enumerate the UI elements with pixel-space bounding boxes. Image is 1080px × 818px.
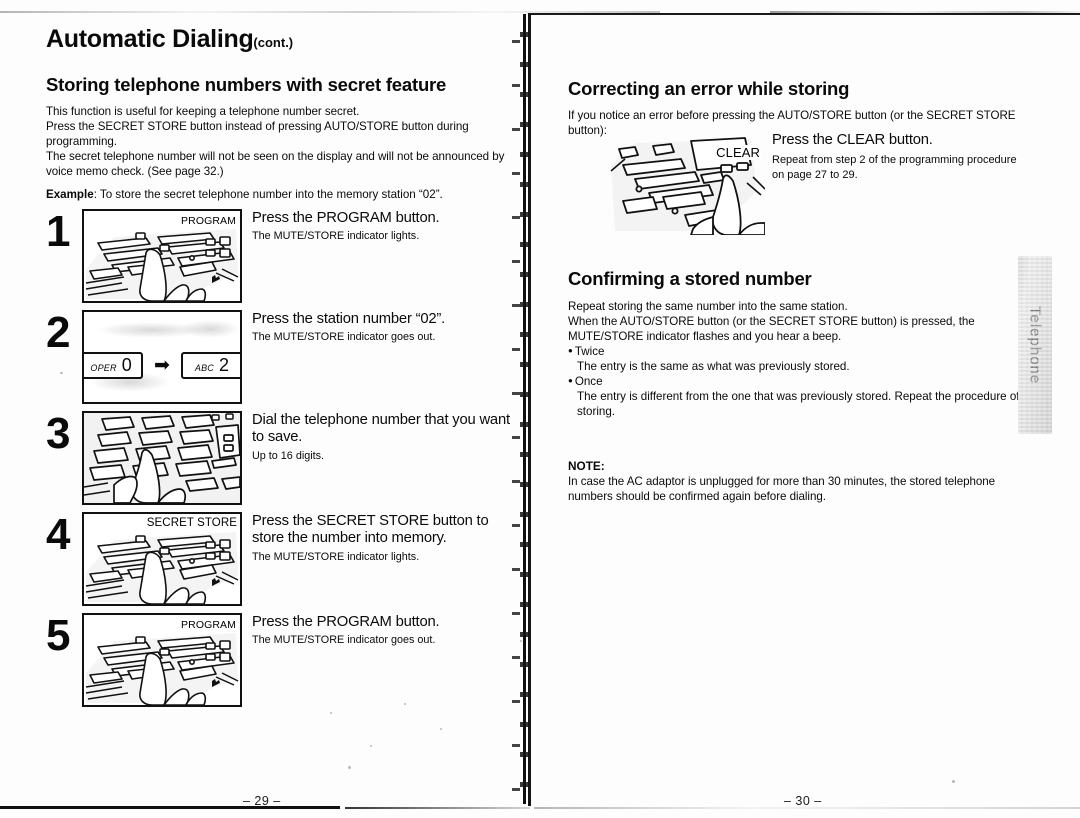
step-figure-phone-console: PROGRAM bbox=[82, 613, 242, 708]
keycap-letters: OPER bbox=[90, 363, 117, 374]
step-heading: Press the station number “02”. bbox=[252, 311, 446, 328]
gutter-tick-marks bbox=[512, 18, 520, 800]
bullet-heading: Once bbox=[568, 375, 603, 388]
step-number: 3 bbox=[46, 409, 70, 459]
step-figure-dial-keypad bbox=[82, 411, 242, 506]
clear-heading: Press the CLEAR button. bbox=[772, 132, 933, 148]
bullet-body: The entry is different from the one that… bbox=[577, 390, 1020, 419]
scan-speck bbox=[60, 372, 63, 374]
confirming-paragraph-2: When the AUTO/STORE button (or the SECRE… bbox=[568, 314, 975, 343]
page-title-main: Automatic Dialing bbox=[46, 25, 254, 53]
step-subtext: The MUTE/STORE indicator goes out. bbox=[252, 331, 436, 344]
bullet-item: Once The entry is different from the one… bbox=[568, 374, 1020, 419]
keycap-abc-two: ABC 2 bbox=[180, 352, 240, 380]
bottom-rule-right bbox=[534, 807, 1080, 809]
intro-paragraph-1: This function is useful for keeping a te… bbox=[46, 104, 360, 118]
intro-paragraph-2: Press the SECRET STORE button instead of… bbox=[46, 119, 469, 148]
step-subtext: The MUTE/STORE indicator lights. bbox=[252, 230, 420, 243]
step-item: 4 SECRET STORE Press the SECRET STORE bu… bbox=[46, 510, 514, 607]
scan-speck bbox=[520, 640, 522, 642]
step-heading: Press the SECRET STORE button to store t… bbox=[252, 513, 489, 547]
bottom-rule-left bbox=[0, 806, 340, 809]
left-page: Automatic Dialing(cont.) Storing telepho… bbox=[46, 25, 514, 714]
step-figure-phone-console: PROGRAM bbox=[82, 209, 242, 304]
intro-paragraph-3: The secret telephone number will not be … bbox=[46, 149, 505, 179]
right-page-left-edge bbox=[528, 14, 531, 806]
step-heading: Dial the telephone number that you want … bbox=[252, 412, 510, 446]
section-heading-correcting: Correcting an error while storing bbox=[568, 78, 850, 99]
step-text: Press the station number “02”. The MUTE/… bbox=[252, 310, 514, 345]
step-text: Dial the telephone number that you want … bbox=[252, 411, 514, 463]
step-subtext: The MUTE/STORE indicator goes out. bbox=[252, 634, 436, 647]
confirming-paragraph-1: Repeat storing the same number into the … bbox=[568, 299, 848, 313]
confirming-bullet-list: Twice The entry is the same as what was … bbox=[568, 344, 1020, 419]
step-subtext: Up to 16 digits. bbox=[252, 449, 325, 462]
step-text: Press the PROGRAM button. The MUTE/STORE… bbox=[252, 613, 514, 648]
step-heading: Press the PROGRAM button. bbox=[252, 614, 440, 631]
bullet-heading: Twice bbox=[568, 345, 604, 358]
example-line: Example: To store the secret telephone n… bbox=[46, 187, 514, 202]
page-number-right: – 30 – bbox=[784, 794, 822, 808]
figure-label-clear: CLEAR bbox=[715, 145, 761, 160]
keycap-digit: 0 bbox=[121, 355, 132, 376]
clear-button-figure: CLEAR bbox=[605, 135, 765, 235]
steps-list: 1 PROGRAM Press the PROGRAM button. The … bbox=[46, 207, 514, 708]
page-title-continued: (cont.) bbox=[253, 35, 294, 50]
note-text: In case the AC adaptor is unplugged for … bbox=[568, 475, 996, 504]
step-item: 3 Dial the telephone number that you wan… bbox=[46, 409, 514, 506]
section-heading-confirming: Confirming a stored number bbox=[568, 268, 812, 290]
step-number: 2 bbox=[46, 308, 70, 358]
keycap-digit: 2 bbox=[219, 355, 230, 376]
scan-speck bbox=[404, 703, 406, 705]
scan-speck bbox=[370, 745, 372, 747]
note-title: NOTE: bbox=[568, 459, 605, 474]
clear-instruction-text: Press the CLEAR button. Repeat from step… bbox=[772, 132, 1020, 182]
step-text: Press the SECRET STORE button to store t… bbox=[252, 512, 514, 564]
bullet-item: Twice The entry is the same as what was … bbox=[568, 344, 1020, 374]
page-title: Automatic Dialing(cont.) bbox=[46, 25, 514, 54]
step-number: 5 bbox=[46, 611, 70, 661]
bullet-body: The entry is the same as what was previo… bbox=[577, 359, 850, 373]
step-item: 5 PROGRAM Press the PROGRAM button. The … bbox=[46, 611, 514, 708]
arrow-right-icon: ➡ bbox=[154, 355, 170, 377]
bottom-rule-left-faded bbox=[345, 807, 530, 809]
example-label: Example bbox=[46, 188, 94, 202]
figure-label-secret-store: SECRET STORE bbox=[145, 517, 238, 530]
step-number: 4 bbox=[46, 510, 70, 560]
example-text: : To store the secret telephone number i… bbox=[93, 188, 443, 202]
thumb-tab-telephone: Telephone bbox=[1018, 256, 1052, 434]
scan-speck bbox=[1010, 110, 1012, 112]
keycap-letters: ABC bbox=[194, 363, 215, 374]
keycap-oper-zero: OPER 0 bbox=[84, 352, 144, 380]
step-item: 2 OPER 0 ➡ ABC 2 Press the station numbe… bbox=[46, 308, 514, 405]
figure-label-program: PROGRAM bbox=[180, 215, 237, 228]
clear-subtext: Repeat from step 2 of the programming pr… bbox=[772, 154, 1017, 181]
step-number: 1 bbox=[46, 207, 70, 257]
step-text: Press the PROGRAM button. The MUTE/STORE… bbox=[252, 209, 514, 244]
scan-speck bbox=[330, 712, 332, 714]
scan-speck bbox=[952, 780, 955, 783]
book-gutter bbox=[512, 0, 536, 818]
scan-speck bbox=[348, 766, 351, 769]
section-heading-storing: Storing telephone numbers with secret fe… bbox=[46, 73, 447, 95]
step-subtext: The MUTE/STORE indicator lights. bbox=[252, 550, 420, 563]
thumb-tab-texture bbox=[1018, 256, 1052, 434]
scanned-manual-page: Automatic Dialing(cont.) Storing telepho… bbox=[0, 0, 1080, 818]
scan-speck bbox=[440, 728, 442, 730]
step-heading: Press the PROGRAM button. bbox=[252, 210, 440, 227]
figure-label-program: PROGRAM bbox=[180, 619, 237, 632]
note-block: NOTE: In case the AC adaptor is unplugge… bbox=[568, 459, 1020, 504]
right-page-top-edge bbox=[528, 13, 1080, 15]
step-figure-phone-console: SECRET STORE bbox=[82, 512, 242, 607]
step-figure-keycaps: OPER 0 ➡ ABC 2 bbox=[82, 310, 242, 405]
step-item: 1 PROGRAM Press the PROGRAM button. The … bbox=[46, 207, 514, 304]
scan-smudge bbox=[180, 320, 240, 339]
dial-keypad-illustration bbox=[84, 413, 240, 504]
